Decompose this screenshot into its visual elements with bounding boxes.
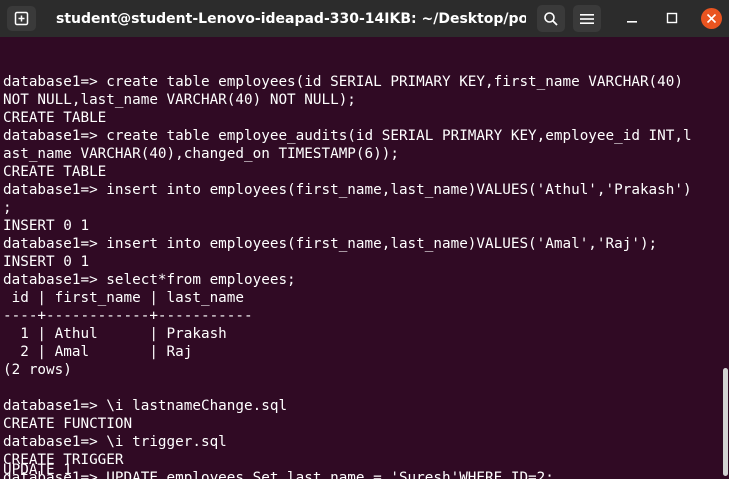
- maximize-button[interactable]: [662, 8, 682, 28]
- minimize-button[interactable]: [622, 8, 642, 28]
- terminal-line: database1=> insert into employees(first_…: [3, 236, 658, 252]
- terminal-line: ----+------------+-----------: [3, 308, 253, 324]
- scrollbar-thumb[interactable]: [723, 368, 728, 476]
- terminal-line: ast_name VARCHAR(40),changed_on TIMESTAM…: [3, 146, 399, 162]
- terminal-line: CREATE FUNCTION: [3, 416, 133, 432]
- terminal-line: database1=> \i lastnameChange.sql: [3, 398, 288, 414]
- terminal-output[interactable]: database1=> create table employees(id SE…: [0, 27, 714, 479]
- title-bar[interactable]: student@student-Lenovo-ideapad-330-14IKB…: [0, 0, 729, 37]
- terminal-line: (2 rows): [3, 362, 72, 378]
- menu-button[interactable]: [573, 5, 601, 32]
- terminal-line: database1=> insert into employees(first_…: [3, 182, 692, 198]
- terminal-line: 2 | Amal | Raj: [3, 344, 193, 360]
- hamburger-menu-icon: [580, 14, 594, 24]
- terminal-line: CREATE TABLE: [3, 110, 107, 126]
- terminal-line: INSERT 0 1: [3, 218, 90, 234]
- search-icon: [544, 12, 558, 26]
- maximize-icon: [666, 12, 678, 24]
- terminal-line: UPDATE 1: [3, 462, 72, 478]
- terminal-line: INSERT 0 1: [3, 254, 90, 270]
- close-icon: [706, 13, 717, 24]
- terminal-line: 1 | Athul | Prakash: [3, 326, 227, 342]
- terminal-line: database1=> UPDATE employees Set last_na…: [3, 470, 554, 479]
- terminal-line: CREATE TABLE: [3, 164, 107, 180]
- terminal-window: database1=> create table employees(id SE…: [0, 0, 729, 479]
- new-tab-icon: [14, 11, 29, 26]
- minimize-icon: [627, 21, 637, 23]
- terminal-line: ;: [3, 200, 12, 216]
- close-button[interactable]: [701, 8, 722, 29]
- terminal-line: NOT NULL,last_name VARCHAR(40) NOT NULL)…: [3, 92, 356, 108]
- terminal-line: database1=> create table employees(id SE…: [3, 74, 683, 90]
- search-button[interactable]: [537, 5, 565, 32]
- terminal-line: id | first_name | last_name: [3, 290, 253, 306]
- new-tab-button[interactable]: [7, 6, 36, 31]
- terminal-line: database1=> create table employee_audits…: [3, 128, 692, 144]
- terminal-line: database1=> \i trigger.sql: [3, 434, 227, 450]
- terminal-line: database1=> select*from employees;: [3, 272, 296, 288]
- vertical-scrollbar[interactable]: [720, 37, 729, 479]
- window-title: student@student-Lenovo-ideapad-330-14IKB…: [56, 11, 526, 27]
